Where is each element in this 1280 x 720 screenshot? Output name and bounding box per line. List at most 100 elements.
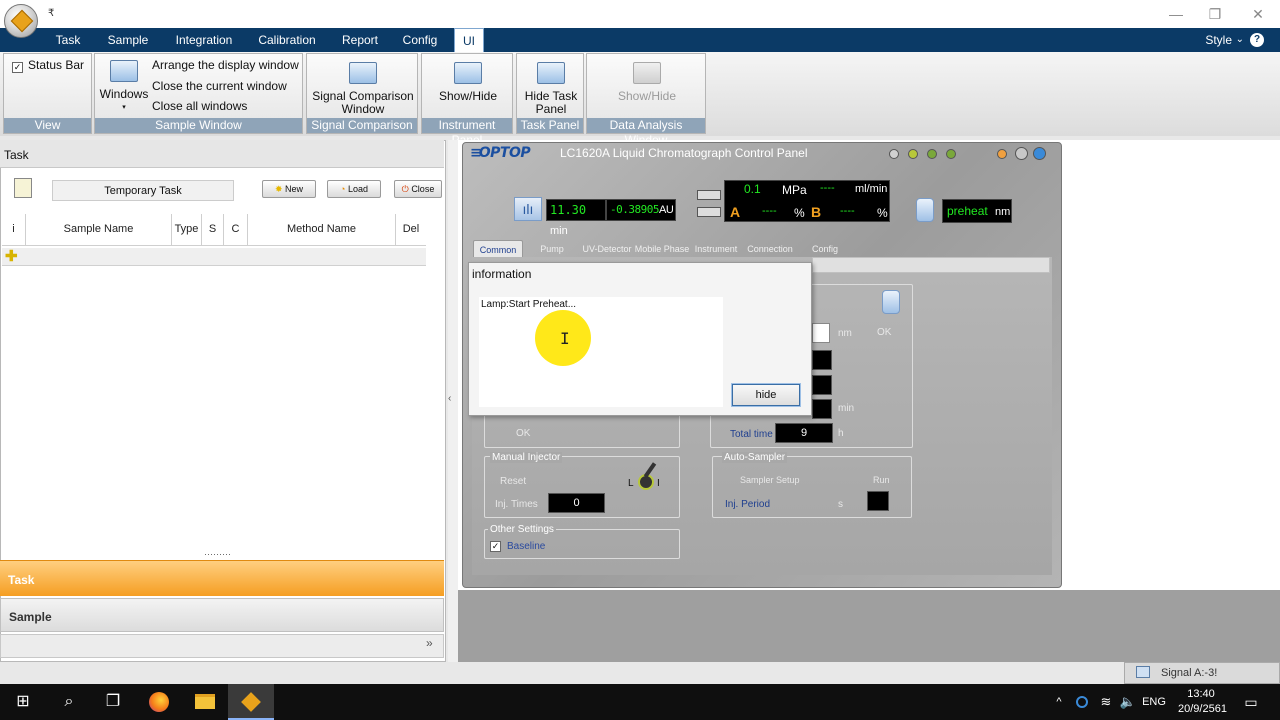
- menu-config[interactable]: Config: [396, 28, 444, 52]
- menu-report[interactable]: Report: [334, 28, 386, 52]
- tab-common[interactable]: Common: [473, 240, 523, 258]
- chevron-down-icon[interactable]: ⌄: [1236, 28, 1244, 52]
- lamp-icon[interactable]: [882, 290, 900, 314]
- sampler-run-button[interactable]: Run: [873, 475, 890, 485]
- nav-overflow-bar: [0, 634, 444, 658]
- notifications-icon[interactable]: ▭: [1236, 684, 1266, 720]
- collapse-arrow-icon[interactable]: ‹: [448, 393, 451, 404]
- solvent-b-unit: %: [877, 206, 888, 220]
- menu-ui[interactable]: UI: [454, 28, 484, 52]
- pressure-value: 0.1: [744, 182, 761, 196]
- minimize-button[interactable]: —: [1166, 4, 1186, 24]
- menu-sample[interactable]: Sample: [100, 28, 156, 52]
- clipboard-icon[interactable]: [14, 178, 32, 198]
- status-bar-checkbox[interactable]: ✓ Status Bar: [12, 59, 84, 73]
- close-all-windows-button[interactable]: Close all windows: [152, 100, 247, 113]
- column-header-del[interactable]: Del: [396, 214, 426, 246]
- hide-task-panel-button[interactable]: Hide Task Panel: [519, 62, 583, 116]
- instrument-show-hide-label: Show/Hide: [438, 89, 498, 103]
- table-new-row[interactable]: [2, 248, 426, 266]
- menu-integration[interactable]: Integration: [168, 28, 240, 52]
- settings-orb-icon[interactable]: [997, 149, 1007, 159]
- total-time-label: Total time: [730, 429, 773, 440]
- total-time-value[interactable]: 9: [775, 423, 833, 443]
- dialog-title: information: [472, 267, 532, 281]
- lamp-icon[interactable]: [916, 198, 934, 222]
- hide-button[interactable]: hide: [731, 383, 801, 407]
- checkbox-icon: ✓: [12, 62, 23, 73]
- menu-task[interactable]: Task: [46, 28, 90, 52]
- injector-reset-button[interactable]: Reset: [500, 476, 526, 487]
- nav-task[interactable]: Task: [0, 560, 444, 596]
- language-indicator[interactable]: ENG: [1140, 684, 1168, 720]
- close-current-window-button[interactable]: Close the current window: [152, 80, 287, 93]
- windows-button[interactable]: Windows ▾: [98, 60, 150, 114]
- clock-date: 20/9/2561: [1178, 703, 1227, 715]
- star-icon: ✸: [274, 184, 283, 194]
- style-menu[interactable]: Style: [1205, 28, 1232, 52]
- load-task-button[interactable]: ◔ Load: [327, 180, 381, 198]
- task-view-icon[interactable]: ❐: [90, 684, 136, 720]
- windows-start-icon[interactable]: ⊞: [0, 684, 46, 720]
- tray-overflow-icon[interactable]: ^: [1050, 684, 1068, 720]
- status-led-icon: [927, 149, 937, 159]
- wifi-icon[interactable]: ≋: [1096, 684, 1116, 720]
- instrument-show-hide-button[interactable]: Show/Hide: [424, 62, 512, 103]
- chromatography-app-icon[interactable]: [228, 684, 274, 720]
- tab-instrument[interactable]: Instrument: [692, 240, 740, 258]
- tab-pump[interactable]: Pump: [532, 240, 572, 258]
- column-header-c[interactable]: C: [224, 214, 248, 246]
- task-panel-icon: [537, 62, 565, 84]
- app-logo-icon[interactable]: [4, 4, 38, 38]
- arrange-windows-button[interactable]: Arrange the display window: [152, 59, 299, 72]
- detector-ok-label[interactable]: OK: [877, 327, 891, 338]
- data-analysis-show-hide-button[interactable]: Show/Hide: [589, 62, 705, 103]
- tab-config[interactable]: Config: [806, 240, 844, 258]
- tray-app-icon[interactable]: [1072, 684, 1092, 720]
- close-window-button[interactable]: ✕: [1248, 4, 1268, 24]
- clock[interactable]: 13:40 20/9/2561: [1178, 687, 1227, 717]
- inj-period-label: Inj. Period: [725, 499, 771, 510]
- close-orb-icon[interactable]: [1033, 147, 1046, 160]
- minimize-orb-icon[interactable]: [1015, 147, 1028, 160]
- chromatogram-icon[interactable]: ılı: [514, 197, 542, 221]
- column-header-type[interactable]: Type: [172, 214, 202, 246]
- restore-button[interactable]: ❐: [1205, 4, 1225, 24]
- help-icon[interactable]: ?: [1250, 33, 1264, 47]
- signal-comparison-button[interactable]: Signal Comparison Window: [309, 62, 417, 116]
- column-header-i[interactable]: i: [2, 214, 26, 246]
- tab-connection[interactable]: Connection: [744, 240, 796, 258]
- signal-comparison-icon: [349, 62, 377, 84]
- tab-mobile-phase[interactable]: Mobile Phase: [634, 240, 690, 258]
- sampler-setup-button[interactable]: Sampler Setup: [740, 475, 800, 485]
- baseline-checkbox[interactable]: ✓: [490, 541, 501, 552]
- pump-ok-label[interactable]: OK: [516, 428, 530, 439]
- tab-uv-detector[interactable]: UV-Detector: [580, 240, 634, 258]
- baseline-label: Baseline: [507, 541, 546, 552]
- column-header-method-name[interactable]: Method Name: [248, 214, 396, 246]
- inj-period-value[interactable]: [867, 491, 889, 511]
- add-row-icon[interactable]: ✚: [5, 249, 18, 264]
- wavelength-input[interactable]: [812, 323, 830, 343]
- expand-nav-icon[interactable]: »: [426, 636, 433, 650]
- panel-resize-grip[interactable]: ·········: [204, 550, 231, 559]
- quick-access-toolbar[interactable]: ₹: [48, 8, 54, 19]
- run-time-display: 11.30 min: [546, 199, 606, 237]
- file-explorer-icon[interactable]: [182, 684, 228, 720]
- search-icon[interactable]: ⌕: [46, 684, 92, 720]
- menu-calibration[interactable]: Calibration: [252, 28, 322, 52]
- load-icon: ◔: [340, 184, 346, 194]
- close-task-button[interactable]: ⏻ Close: [394, 180, 442, 198]
- manual-injector-title: Manual Injector: [490, 452, 563, 463]
- lamp-unit: nm: [995, 206, 1011, 218]
- column-header-sample-name[interactable]: Sample Name: [26, 214, 172, 246]
- nav-sample[interactable]: Sample: [0, 598, 444, 632]
- temporary-task-field[interactable]: Temporary Task: [52, 180, 234, 201]
- status-led-icon: [889, 149, 899, 159]
- ribbon-caption-signal-comparison: Signal Comparison: [307, 118, 417, 133]
- tab-strip: [812, 257, 1050, 273]
- column-header-s[interactable]: S: [202, 214, 224, 246]
- volume-icon[interactable]: 🔈: [1118, 684, 1138, 720]
- new-task-button[interactable]: ✸ New: [262, 180, 316, 198]
- firefox-icon[interactable]: [136, 684, 182, 720]
